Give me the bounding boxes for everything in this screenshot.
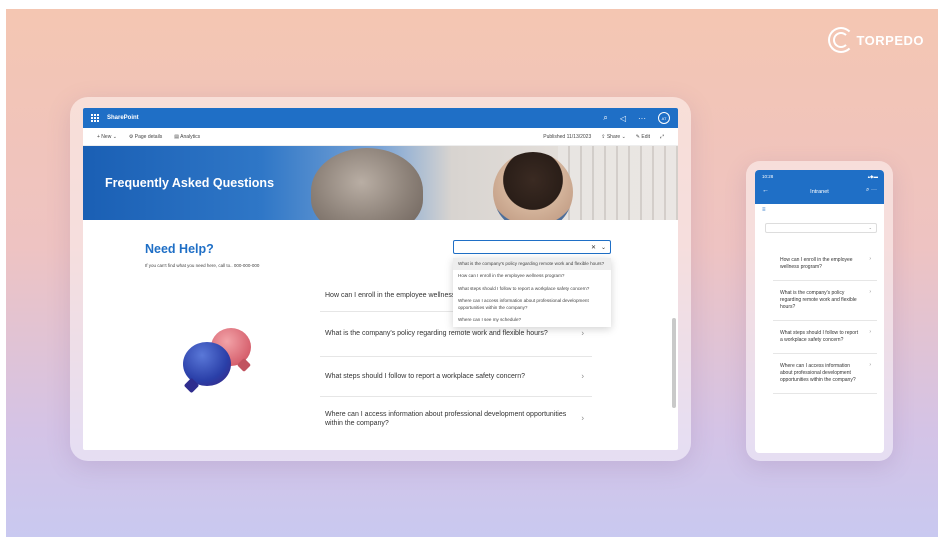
faq-search-box[interactable]: ✕ ⌄ — [453, 240, 611, 254]
faq-item[interactable]: Where can I access information about pro… — [320, 397, 592, 441]
brand-name: TORPEDO — [856, 32, 924, 48]
edit-button[interactable]: ✎ Edit — [636, 134, 650, 140]
signal-battery-icon: ▴◆▬ — [867, 174, 878, 179]
app-launcher-icon[interactable] — [91, 114, 99, 122]
phone-faq-item[interactable]: What steps should I follow to report a w… — [773, 321, 877, 354]
phone-faq-item[interactable]: How can I enroll in the employee wellnes… — [773, 248, 877, 281]
hero-banner: Frequently Asked Questions — [83, 146, 678, 220]
more-icon[interactable]: ··· — [638, 114, 646, 123]
megaphone-icon[interactable]: ◁ — [620, 114, 626, 123]
chat-bubbles-illustration — [183, 328, 255, 396]
sharepoint-page: SharePoint ⌕ ◁ ··· AT + New ⌄ ⚙ Page det… — [83, 108, 678, 450]
tablet-frame: SharePoint ⌕ ◁ ··· AT + New ⌄ ⚙ Page det… — [70, 97, 691, 461]
app-name[interactable]: SharePoint — [107, 115, 139, 121]
gear-icon: ⚙ — [128, 133, 134, 140]
phone-header: 10:28 ▴◆▬ ← Intranet ⌕ ··· — [755, 170, 884, 204]
expand-icon[interactable]: ⤢ — [660, 134, 664, 140]
suggestion-item[interactable]: Where can I access information about pro… — [453, 295, 611, 314]
phone-time: 10:28 — [762, 174, 774, 179]
chevron-right-icon: › — [581, 413, 584, 423]
share-icon: ⇪ — [601, 133, 606, 140]
phone-title: Intranet — [810, 189, 829, 195]
phone-frame: 10:28 ▴◆▬ ← Intranet ⌕ ··· ≡ ⌄ How can I… — [746, 161, 893, 461]
share-button[interactable]: ⇪ Share ⌄ — [601, 134, 626, 140]
help-title: Need Help? — [145, 242, 214, 256]
faq-question: Where can I access information about pro… — [780, 363, 856, 383]
hero-shelves — [558, 146, 678, 220]
clear-icon[interactable]: ✕ — [591, 244, 596, 251]
faq-search-input[interactable] — [458, 242, 586, 252]
page-details-label: Page details — [134, 133, 163, 140]
published-status: Published 11/13/2023 — [543, 133, 592, 140]
phone-faq-list: How can I enroll in the employee wellnes… — [773, 248, 877, 394]
content-area: Need Help? If you can't find what you ne… — [83, 220, 678, 450]
suggestion-item[interactable]: Where can I see my schedule? — [453, 314, 611, 326]
share-label: Share ⌄ — [606, 133, 626, 140]
page-scrollbar[interactable] — [672, 148, 676, 448]
faq-question: Where can I access information about pro… — [325, 410, 567, 427]
hero-person-left — [311, 148, 423, 220]
chevron-right-icon: › — [869, 329, 871, 335]
suite-bar: SharePoint ⌕ ◁ ··· AT — [83, 108, 678, 128]
pencil-icon: ✎ — [635, 133, 640, 140]
analytics-label: Analytics — [180, 133, 201, 140]
suggestion-item[interactable]: What is the company's policy regarding r… — [453, 258, 611, 271]
suggestion-item[interactable]: How can I enroll in the employee wellnes… — [453, 270, 611, 282]
hamburger-icon[interactable]: ≡ — [762, 207, 766, 213]
faq-question: What is the company's policy regarding r… — [780, 290, 857, 310]
faq-question: What steps should I follow to report a w… — [325, 372, 525, 380]
faq-suggestions: What is the company's policy regarding r… — [453, 258, 611, 327]
page-details-button[interactable]: ⚙ Page details — [129, 134, 162, 140]
new-button[interactable]: + New ⌄ — [97, 134, 117, 140]
avatar[interactable]: AT — [658, 112, 670, 124]
torpedo-logo: TORPEDO — [828, 27, 924, 53]
chevron-right-icon: › — [581, 328, 584, 338]
torpedo-ring-icon — [828, 27, 855, 53]
edit-label: Edit — [641, 133, 650, 140]
help-subtitle: If you can't find what you need here, ca… — [145, 263, 260, 268]
chevron-down-icon[interactable]: ⌄ — [601, 244, 606, 251]
analytics-button[interactable]: ▤ Analytics — [174, 134, 200, 140]
hero-title: Frequently Asked Questions — [105, 176, 275, 190]
scrollbar-thumb[interactable] — [672, 318, 676, 408]
chevron-right-icon: › — [869, 362, 871, 368]
faq-question: What steps should I follow to report a w… — [780, 330, 859, 343]
command-bar: + New ⌄ ⚙ Page details ▤ Analytics Publi… — [83, 128, 678, 146]
blue-bubble-icon — [183, 342, 231, 386]
search-icon[interactable]: ⌕ — [603, 113, 607, 123]
faq-item[interactable]: What steps should I follow to report a w… — [320, 357, 592, 397]
phone-faq-item[interactable]: Where can I access information about pro… — [773, 354, 877, 394]
chevron-right-icon: › — [581, 371, 584, 381]
faq-question: How can I enroll in the employee wellnes… — [780, 257, 853, 270]
chevron-right-icon: › — [869, 289, 871, 295]
phone-search-box[interactable]: ⌄ — [765, 223, 877, 233]
background: TORPEDO SharePoint ⌕ ◁ ··· AT + New ⌄ ⚙ … — [6, 9, 938, 537]
chart-icon: ▤ — [174, 133, 180, 140]
faq-question: What is the company's policy regarding r… — [325, 330, 548, 338]
suggestion-item[interactable]: What steps should I follow to report a w… — [453, 283, 611, 295]
phone-screen: 10:28 ▴◆▬ ← Intranet ⌕ ··· ≡ ⌄ How can I… — [755, 170, 884, 453]
phone-faq-item[interactable]: What is the company's policy regarding r… — [773, 281, 877, 321]
search-more-icon[interactable]: ⌕ ··· — [866, 187, 877, 194]
chevron-right-icon: › — [869, 256, 871, 262]
